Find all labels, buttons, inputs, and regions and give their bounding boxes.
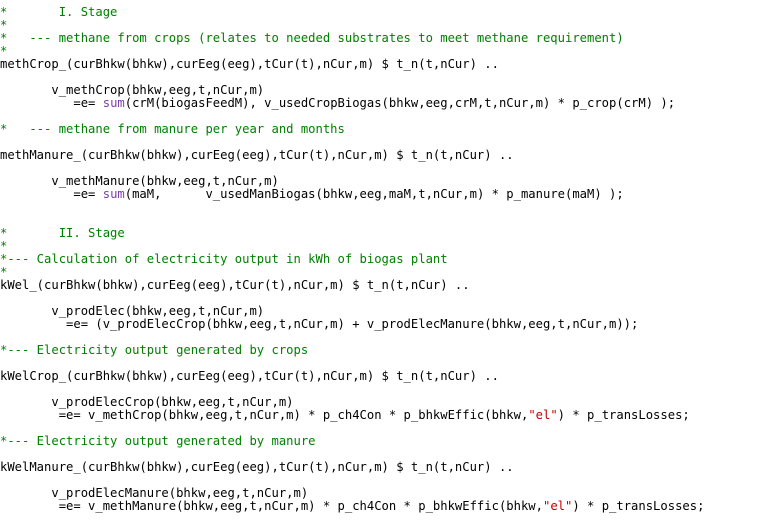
code-line: kWelCrop_(curBhkw(bhkw),curEeg(eeg),tCur… <box>0 370 499 383</box>
keyword-sum: sum <box>102 96 125 110</box>
code-text: =e= (v_prodElecCrop(bhkw,eeg,t,nCur,m) +… <box>0 317 639 331</box>
comment-line: * I. Stage <box>0 6 117 19</box>
code-text: kWel_(curBhkw(bhkw),curEeg(eeg),tCur(t),… <box>0 278 470 292</box>
comment-text: *--- Calculation of electricity output i… <box>0 252 448 266</box>
code-text: =e= <box>0 187 103 201</box>
comment-text: * <box>0 18 8 32</box>
code-text: =e= v_methCrop(bhkw,eeg,t,nCur,m) * p_ch… <box>0 408 529 422</box>
code-text: ) * p_transLosses; <box>572 499 705 513</box>
comment-text: * <box>0 44 8 58</box>
code-text: =e= <box>0 96 103 110</box>
code-text: v_prodElecManure(bhkw,eeg,t,nCur,m) <box>0 486 309 500</box>
code-line: methCrop_(curBhkw(bhkw),curEeg(eeg),tCur… <box>0 58 499 71</box>
comment-line: * --- methane from manure per year and m… <box>0 123 345 136</box>
comment-text: * I. Stage <box>0 5 118 19</box>
string-literal: "el" <box>542 499 573 513</box>
code-text: ) * p_transLosses; <box>557 408 690 422</box>
comment-line: *--- Electricity output generated by cro… <box>0 344 308 357</box>
comment-text: * <box>0 265 8 279</box>
code-text: methCrop_(curBhkw(bhkw),curEeg(eeg),tCur… <box>0 57 499 71</box>
code-text: v_prodElecCrop(bhkw,eeg,t,nCur,m) <box>0 395 294 409</box>
comment-text: * --- methane from manure per year and m… <box>0 122 345 136</box>
code-line: =e= sum(maM, v_usedManBiogas(bhkw,eeg,ma… <box>0 187 624 201</box>
comment-line: *--- Electricity output generated by man… <box>0 435 316 448</box>
code-line: =e= (v_prodElecCrop(bhkw,eeg,t,nCur,m) +… <box>0 318 638 331</box>
comment-text: *--- Electricity output generated by cro… <box>0 343 309 357</box>
comment-line: *--- Calculation of electricity output i… <box>0 253 448 266</box>
code-editor[interactable]: * I. Stage * * --- methane from crops (rel… <box>0 0 779 520</box>
comment-text: * --- methane from crops (relates to nee… <box>0 31 624 45</box>
code-line: =e= v_methManure(bhkw,eeg,t,nCur,m) * p_… <box>0 499 705 513</box>
code-line: kWel_(curBhkw(bhkw),curEeg(eeg),tCur(t),… <box>0 279 470 292</box>
code-line: methManure_(curBhkw(bhkw),curEeg(eeg),tC… <box>0 149 514 162</box>
comment-line: * --- methane from crops (relates to nee… <box>0 32 624 45</box>
keyword-sum: sum <box>102 187 125 201</box>
code-text: v_methManure(bhkw,eeg,t,nCur,m) <box>0 174 279 188</box>
code-text: methManure_(curBhkw(bhkw),curEeg(eeg),tC… <box>0 148 514 162</box>
comment-text: * II. Stage <box>0 226 125 240</box>
code-line: =e= v_methCrop(bhkw,eeg,t,nCur,m) * p_ch… <box>0 409 690 422</box>
code-text: =e= v_methManure(bhkw,eeg,t,nCur,m) * p_… <box>0 499 543 513</box>
code-text: (crM(biogasFeedM), v_usedCropBiogas(bhkw… <box>124 96 676 110</box>
comment-line: * II. Stage <box>0 227 125 240</box>
code-text: (maM, v_usedManBiogas(bhkw,eeg,maM,t,nCu… <box>124 187 624 201</box>
code-text: v_prodElec(bhkw,eeg,t,nCur,m) <box>0 304 265 318</box>
comment-text: * <box>0 239 8 253</box>
code-text: v_methCrop(bhkw,eeg,t,nCur,m) <box>0 83 265 97</box>
code-text: kWelManure_(curBhkw(bhkw),curEeg(eeg),tC… <box>0 460 514 474</box>
code-line: kWelManure_(curBhkw(bhkw),curEeg(eeg),tC… <box>0 461 514 474</box>
code-line: =e= sum(crM(biogasFeedM), v_usedCropBiog… <box>0 97 675 110</box>
code-text: kWelCrop_(curBhkw(bhkw),curEeg(eeg),tCur… <box>0 369 499 383</box>
comment-text: *--- Electricity output generated by man… <box>0 434 316 448</box>
string-literal: "el" <box>528 408 558 422</box>
